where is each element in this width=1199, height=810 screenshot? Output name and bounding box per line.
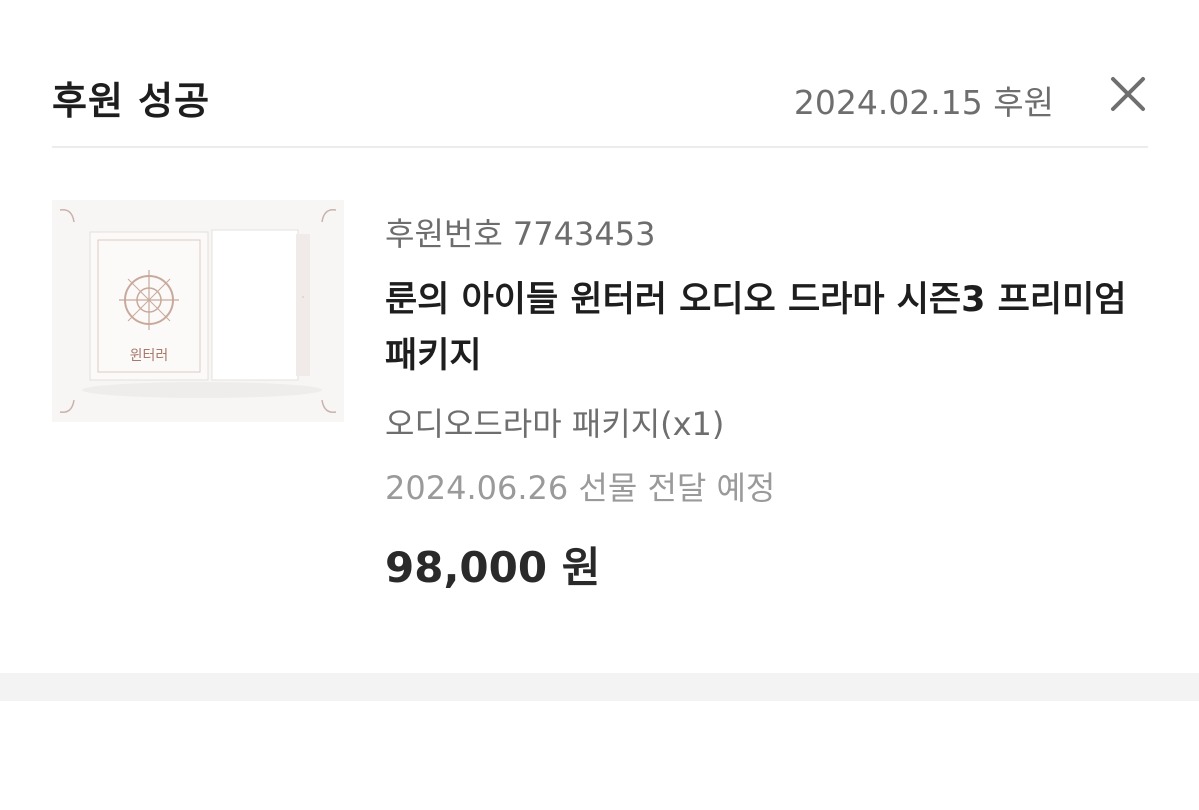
close-icon xyxy=(1111,77,1145,111)
page-title: 후원 성공 xyxy=(52,79,211,123)
header-divider xyxy=(52,146,1148,148)
sponsorship-success-card: 후원 성공 2024.02.15 후원 윈터러 · 후원번호 7743453 룬… xyxy=(0,0,1199,673)
product-price: 98,000 원 xyxy=(385,543,601,592)
product-thumbnail[interactable]: 윈터러 · xyxy=(52,200,344,422)
thumbnail-title: 윈터러 xyxy=(130,348,169,364)
section-separator xyxy=(0,673,1199,701)
product-info: 후원번호 7743453 룬의 아이들 윈터러 오디오 드라마 시즌3 프리미엄… xyxy=(385,212,1155,596)
product-name[interactable]: 룬의 아이들 윈터러 오디오 드라마 시즌3 프리미엄 패키지 xyxy=(385,272,1145,384)
order-number: 후원번호 7743453 xyxy=(385,215,656,253)
sponsor-date: 2024.02.15 후원 xyxy=(793,83,1054,122)
delivery-date: 2024.06.26 선물 전달 예정 xyxy=(385,469,776,507)
close-button[interactable] xyxy=(1108,74,1148,114)
header: 후원 성공 2024.02.15 후원 xyxy=(52,62,1148,126)
product-option: 오디오드라마 패키지(x1) xyxy=(385,405,725,443)
svg-text:·: · xyxy=(302,293,305,302)
product-image: 윈터러 · xyxy=(52,200,344,422)
